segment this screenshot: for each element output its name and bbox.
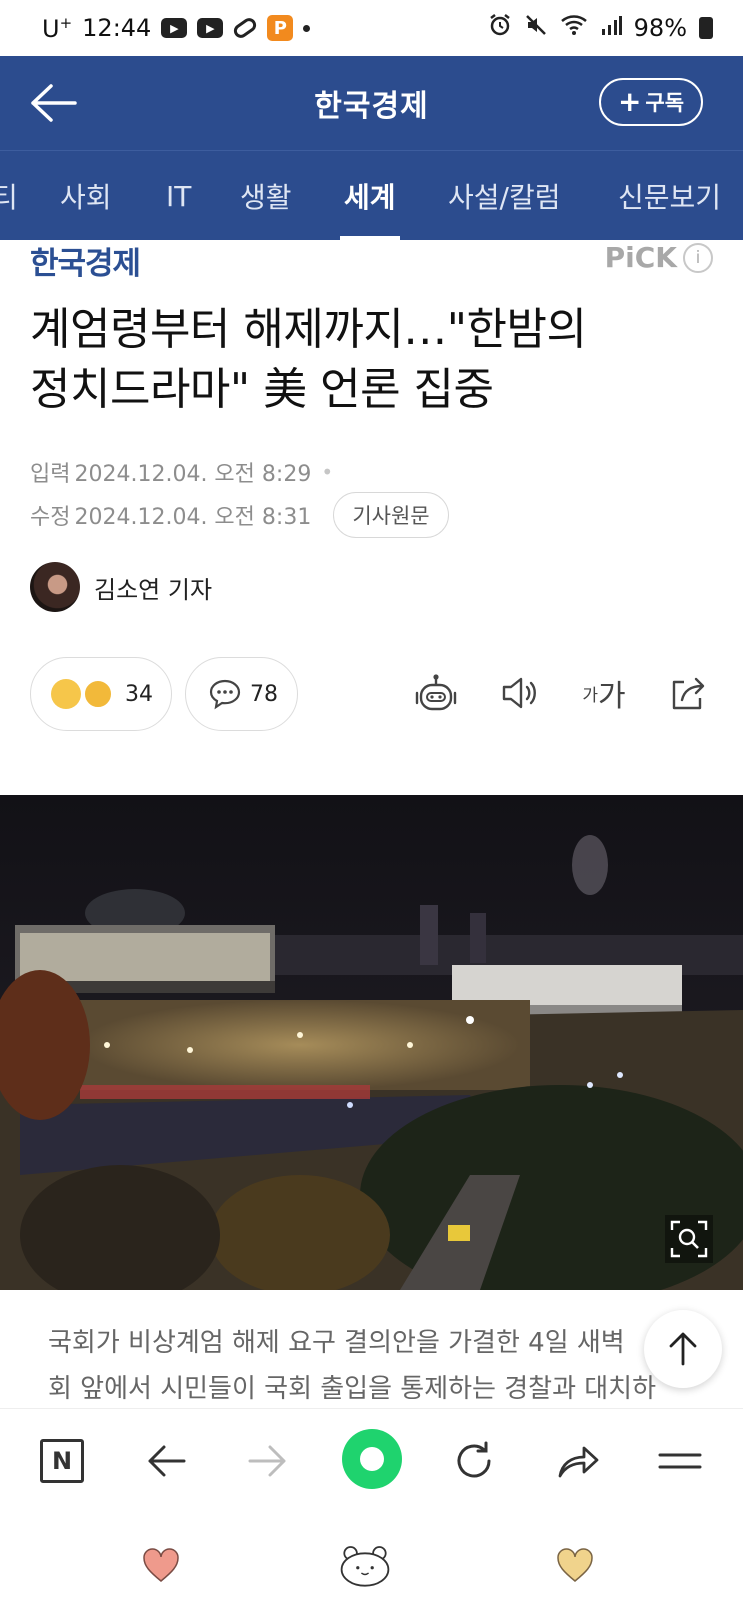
avatar — [30, 562, 80, 612]
caption-line-1: 국회가 비상계엄 해제 요구 결의안을 가결한 4일 새벽 — [48, 1328, 625, 1358]
category-tabs: 티 사회 IT 생활 세계 사설/칼럼 신문보기 — [0, 150, 743, 240]
tab-newspaper[interactable]: 신문보기 — [618, 151, 721, 240]
comment-button[interactable]: 78 — [185, 657, 298, 731]
browser-share-button[interactable] — [550, 1433, 606, 1489]
app-header: 한국경제 + 구독 — [0, 56, 743, 150]
green-dot-icon — [360, 1447, 384, 1471]
p-app-icon: P — [267, 15, 294, 41]
pick-badge[interactable]: PiCK i — [605, 241, 713, 274]
article-headline: 계엄령부터 해제까지…"한밤의 정치드라마" 美 언론 집중 — [30, 300, 720, 420]
summary-robot-button[interactable] — [411, 668, 461, 718]
subscribe-button[interactable]: + 구독 — [599, 78, 703, 126]
heart-icon — [143, 1548, 179, 1582]
edited-time: 수정 2024.12.04. 오전 8:31 기사원문 — [30, 492, 449, 538]
speaker-icon — [502, 677, 536, 709]
clock: 12:44 — [82, 14, 152, 42]
browser-forward-button[interactable] — [240, 1433, 296, 1489]
browser-back-button[interactable] — [138, 1433, 194, 1489]
pick-label: PiCK — [604, 241, 677, 274]
press-logo[interactable]: 한국경제 — [30, 238, 141, 283]
thumbs-up-emoji-icon — [51, 679, 81, 709]
refresh-icon — [457, 1441, 491, 1478]
youtube-icon: ▶ — [161, 18, 188, 38]
article-photo[interactable] — [0, 795, 743, 1290]
naver-home-button[interactable]: N — [34, 1433, 90, 1489]
browser-toolbar: N — [0, 1408, 743, 1510]
refresh-button[interactable] — [446, 1433, 502, 1489]
font-small-glyph: 가 — [582, 685, 599, 706]
image-zoom-button[interactable] — [665, 1215, 713, 1263]
comment-icon — [209, 679, 241, 710]
hamburger-icon — [658, 1453, 702, 1469]
tab-society[interactable]: 사회 — [60, 151, 112, 240]
pill-icon — [231, 15, 260, 41]
tab-partial[interactable]: 티 — [0, 151, 18, 240]
reaction-button[interactable]: 34 — [30, 657, 172, 731]
tab-it[interactable]: IT — [166, 151, 191, 240]
info-icon: i — [683, 242, 713, 273]
menu-button[interactable] — [652, 1433, 708, 1489]
bear-icon — [340, 1546, 390, 1587]
published-time: 입력 2024.12.04. 오전 8:29 • — [30, 456, 333, 488]
heart-yellow-button[interactable] — [548, 1538, 602, 1592]
share-arrow-icon — [558, 1446, 599, 1478]
author-row[interactable]: 김소연 기자 — [30, 562, 212, 612]
naver-n-icon: N — [40, 1439, 84, 1483]
comment-count: 78 — [250, 681, 278, 707]
carrier-label: U+ — [42, 13, 73, 43]
headline-line-2: 정치드라마" 美 언론 집중 — [30, 364, 494, 415]
green-dot-button[interactable] — [342, 1429, 402, 1489]
arrow-left-icon — [148, 1445, 186, 1477]
listen-button[interactable] — [495, 668, 545, 718]
mute-icon — [524, 13, 548, 43]
article-tools: 가가 — [411, 668, 713, 718]
bottom-shortcut-bar — [0, 1510, 743, 1610]
plus-icon: + — [617, 85, 642, 118]
zoom-search-icon — [670, 1220, 708, 1258]
back-button[interactable] — [26, 80, 82, 126]
arrow-left-icon — [31, 84, 77, 122]
published-value: 2024.12.04. 오전 8:29 — [74, 462, 312, 487]
tab-world[interactable]: 세계 — [340, 151, 400, 240]
alarm-icon — [488, 13, 512, 43]
font-large-glyph: 가 — [598, 679, 626, 714]
reaction-count: 34 — [125, 681, 153, 707]
battery-text: 98% — [633, 14, 687, 42]
share-icon — [672, 677, 705, 710]
arrow-right-icon — [248, 1445, 286, 1477]
author-name: 김소연 기자 — [94, 575, 213, 604]
battery-icon — [699, 17, 713, 39]
scroll-to-top-button[interactable] — [644, 1310, 722, 1388]
wifi-icon — [560, 13, 588, 43]
published-label: 입력 — [30, 462, 71, 487]
headline-line-1: 계엄령부터 해제까지…"한밤의 — [30, 304, 587, 355]
youtube-icon-2: ▶ — [197, 18, 224, 38]
night-parliament-image — [0, 795, 743, 1290]
tab-life[interactable]: 생활 — [240, 151, 292, 240]
original-article-button[interactable]: 기사원문 — [333, 492, 449, 538]
photo-caption: 국회가 비상계엄 해제 요구 결의안을 가결한 4일 새벽 회 앞에서 시민들이… — [48, 1320, 688, 1412]
arrow-up-icon — [669, 1332, 697, 1366]
tab-editorial[interactable]: 사설/칼럼 — [448, 151, 560, 240]
signal-icon — [600, 14, 622, 42]
font-size-button[interactable]: 가가 — [579, 668, 629, 718]
caption-line-2: 회 앞에서 시민들이 국회 출입을 통제하는 경찰과 대치하 — [48, 1374, 657, 1404]
edited-value: 2024.12.04. 오전 8:31 — [74, 505, 312, 530]
notification-dot-icon — [303, 24, 311, 32]
status-bar: U+ 12:44 ▶ ▶ P 98% — [0, 0, 743, 56]
share-button[interactable] — [663, 668, 713, 718]
robot-icon — [415, 674, 457, 711]
heart-pink-button[interactable] — [134, 1538, 188, 1592]
header-title: 한국경제 — [314, 89, 429, 124]
heart-icon-yellow — [557, 1548, 593, 1582]
subscribe-label: 구독 — [645, 91, 685, 115]
separator-dot: • — [321, 460, 334, 484]
bear-character-button[interactable] — [338, 1538, 392, 1592]
edited-label: 수정 — [30, 505, 71, 530]
smile-emoji-icon — [83, 679, 113, 709]
